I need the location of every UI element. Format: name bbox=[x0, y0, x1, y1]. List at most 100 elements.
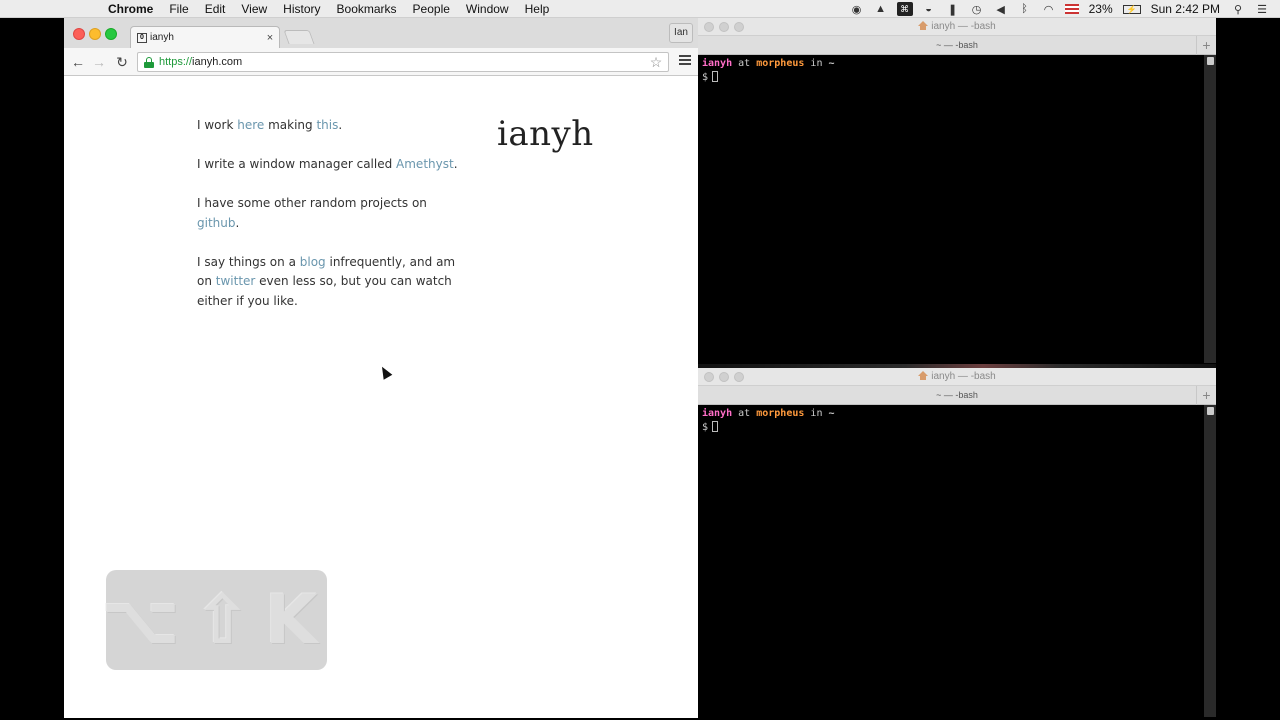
battery-percent[interactable]: 23% bbox=[1083, 2, 1119, 16]
command-key-icon[interactable]: ⌘ bbox=[896, 2, 913, 16]
zoom-window-button[interactable] bbox=[734, 372, 744, 382]
new-tab-plus-icon[interactable]: + bbox=[1196, 386, 1216, 405]
home-icon bbox=[918, 371, 929, 380]
menu-window[interactable]: Window bbox=[458, 0, 517, 18]
page-viewport: ianyh I work here making this. I write a… bbox=[64, 76, 698, 718]
link-twitter[interactable]: twitter bbox=[216, 274, 256, 288]
menu-bar: Chrome File Edit View History Bookmarks … bbox=[0, 0, 1280, 18]
paragraph-blog: I say things on a blog infrequently, and… bbox=[197, 253, 467, 312]
new-tab-button[interactable] bbox=[283, 30, 315, 44]
menu-people[interactable]: People bbox=[405, 0, 458, 18]
text: I work bbox=[197, 118, 238, 132]
home-icon bbox=[918, 21, 929, 30]
record-icon[interactable]: ◉ bbox=[849, 2, 865, 16]
zoom-window-button[interactable] bbox=[734, 22, 744, 32]
spotlight-search-icon[interactable]: ⚲ bbox=[1230, 2, 1246, 16]
terminal-tab[interactable]: ~ — -bash bbox=[936, 390, 978, 400]
notification-center-icon[interactable]: ☰ bbox=[1254, 2, 1270, 16]
link-github[interactable]: github bbox=[197, 216, 235, 230]
prompt-line: ianyh at morpheus in ~ bbox=[702, 57, 1212, 71]
minimize-window-button[interactable] bbox=[89, 28, 101, 40]
prompt-text: at bbox=[738, 408, 751, 419]
hamburger-menu-icon[interactable] bbox=[679, 55, 691, 67]
menu-edit[interactable]: Edit bbox=[197, 0, 234, 18]
terminal-title: ianyh — -bash bbox=[931, 21, 996, 32]
terminal-titlebar: ianyh — -bash bbox=[698, 18, 1216, 36]
us-flag-icon[interactable] bbox=[1064, 4, 1079, 14]
terminal-window-top: ianyh — -bash ~ — -bash + ianyh at morph… bbox=[698, 18, 1216, 364]
tab-ianyh[interactable]: 0 ianyh × bbox=[130, 26, 280, 48]
menu-view[interactable]: View bbox=[233, 0, 275, 18]
scrollbar-thumb[interactable] bbox=[1207, 57, 1214, 65]
terminal-tab[interactable]: ~ — -bash bbox=[936, 40, 978, 50]
menu-file[interactable]: File bbox=[161, 0, 196, 18]
forward-arrow-icon[interactable]: → bbox=[90, 53, 108, 71]
paragraph-amethyst: I write a window manager called Amethyst… bbox=[197, 155, 467, 175]
reload-icon[interactable]: ↻ bbox=[113, 53, 131, 71]
menu-history[interactable]: History bbox=[275, 0, 328, 18]
minimize-window-button[interactable] bbox=[719, 22, 729, 32]
disk-icon[interactable]: ◒ bbox=[921, 2, 937, 16]
lock-icon[interactable] bbox=[144, 56, 154, 68]
text: I have some other random projects on bbox=[197, 196, 427, 210]
terminal-tab-bar: ~ — -bash + bbox=[698, 36, 1216, 55]
new-tab-plus-icon[interactable]: + bbox=[1196, 36, 1216, 55]
prompt-text: in bbox=[810, 58, 823, 69]
minimize-window-button[interactable] bbox=[719, 372, 729, 382]
link-this[interactable]: this bbox=[316, 118, 338, 132]
wifi-icon[interactable]: ◠ bbox=[1041, 2, 1057, 16]
battery-icon[interactable]: ⚡ bbox=[1122, 4, 1141, 14]
prompt-symbol: $ bbox=[702, 422, 709, 433]
status-area: ◉ ▲ ⌘ ◒ ❚ ◷ ◀ ᛒ ◠ 23% ⚡ Sun 2:42 PM ⚲ ☰ bbox=[845, 0, 1280, 18]
menu-chrome[interactable]: Chrome bbox=[108, 0, 161, 18]
prompt-user: ianyh bbox=[702, 58, 733, 69]
link-here[interactable]: here bbox=[237, 118, 264, 132]
text: I say things on a bbox=[197, 254, 300, 269]
address-bar[interactable]: https:// ianyh.com ☆ bbox=[137, 52, 669, 72]
profile-button[interactable]: Ian bbox=[669, 23, 693, 43]
prompt-host: morpheus bbox=[756, 408, 805, 419]
zoom-window-button[interactable] bbox=[105, 28, 117, 40]
scrollbar[interactable] bbox=[1204, 55, 1216, 363]
link-amethyst[interactable]: Amethyst bbox=[396, 157, 454, 171]
link-blog[interactable]: blog bbox=[300, 255, 326, 269]
clock[interactable]: Sun 2:42 PM bbox=[1145, 2, 1226, 16]
tab-strip: 0 ianyh × Ian bbox=[64, 18, 698, 48]
mouse-cursor-icon bbox=[377, 364, 393, 380]
time-machine-icon[interactable]: ◷ bbox=[969, 2, 985, 16]
notification-bell-icon[interactable]: ▲ bbox=[873, 2, 889, 16]
text: making bbox=[264, 118, 317, 132]
close-window-button[interactable] bbox=[704, 22, 714, 32]
text: I write a window manager called bbox=[197, 157, 397, 171]
volume-icon[interactable]: ◀ bbox=[993, 2, 1009, 16]
text: . bbox=[453, 157, 458, 171]
prompt-text: in bbox=[810, 408, 823, 419]
terminal-body[interactable]: ianyh at morpheus in ~ $ bbox=[698, 55, 1216, 363]
terminal-tab-bar: ~ — -bash + bbox=[698, 386, 1216, 405]
prompt-host: morpheus bbox=[756, 58, 805, 69]
menu-help[interactable]: Help bbox=[517, 0, 558, 18]
prompt-path: ~ bbox=[828, 408, 835, 419]
tab-title: ianyh bbox=[150, 32, 174, 43]
text-cursor bbox=[712, 421, 719, 432]
keystroke-overlay: ⌥⇧K bbox=[101, 570, 327, 670]
menu-bookmarks[interactable]: Bookmarks bbox=[329, 0, 405, 18]
terminal-title: ianyh — -bash bbox=[931, 371, 996, 382]
evernote-icon[interactable]: ❚ bbox=[945, 2, 961, 16]
bookmark-star-icon[interactable]: ☆ bbox=[648, 54, 664, 71]
tab-close-icon[interactable]: × bbox=[263, 32, 277, 44]
scrollbar-thumb[interactable] bbox=[1207, 407, 1214, 415]
text: . bbox=[338, 118, 343, 132]
text-cursor bbox=[712, 71, 719, 82]
close-window-button[interactable] bbox=[73, 28, 85, 40]
close-window-button[interactable] bbox=[704, 372, 714, 382]
prompt-text: at bbox=[738, 58, 751, 69]
back-arrow-icon[interactable]: ← bbox=[69, 53, 87, 71]
input-line: $ bbox=[702, 71, 1212, 85]
browser-toolbar: ← → ↻ https:// ianyh.com ☆ bbox=[64, 48, 698, 76]
scrollbar[interactable] bbox=[1204, 405, 1216, 717]
terminal-body[interactable]: ianyh at morpheus in ~ $ bbox=[698, 405, 1216, 717]
prompt-user: ianyh bbox=[702, 408, 733, 419]
url-scheme: https:// bbox=[159, 56, 193, 68]
bluetooth-icon[interactable]: ᛒ bbox=[1017, 2, 1033, 16]
